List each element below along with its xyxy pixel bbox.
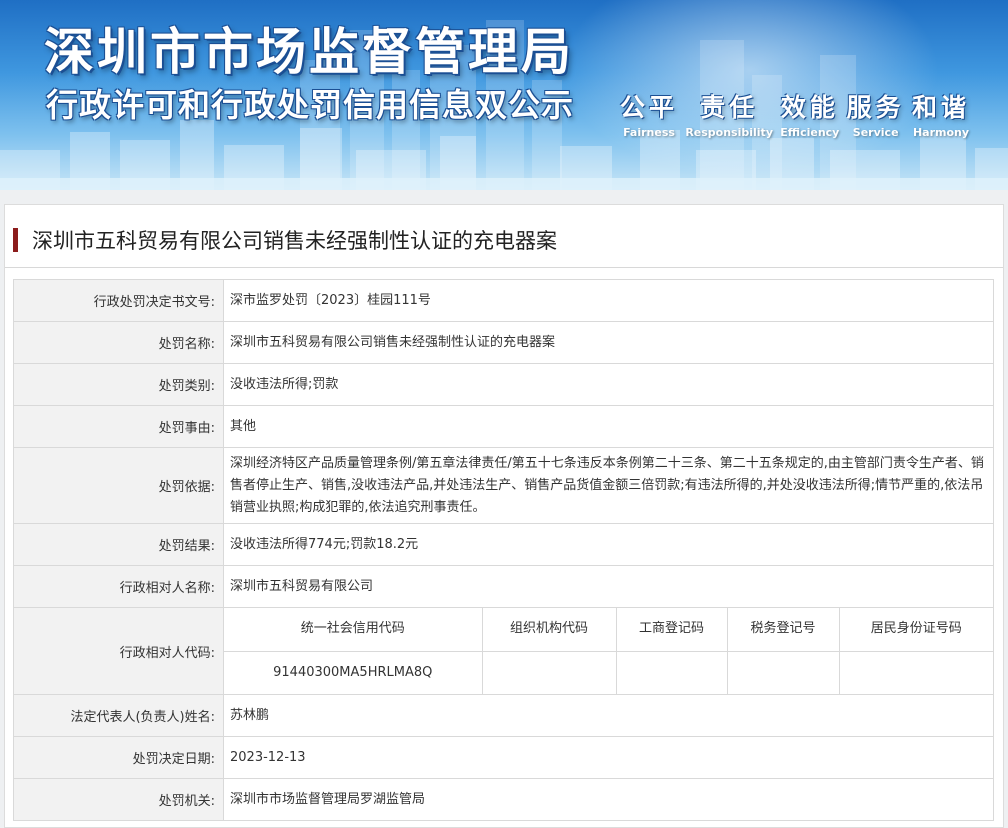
row-authority: 处罚机关: 深圳市市场监督管理局罗湖监管局 xyxy=(13,778,994,821)
title-divider xyxy=(5,267,1003,268)
penalty-reason-value: 其他 xyxy=(223,405,994,448)
legal-rep-label: 法定代表人(负责人)姓名: xyxy=(13,694,224,737)
penalty-type-value: 没收违法所得;罚款 xyxy=(223,363,994,406)
row-decision-no: 行政处罚决定书文号: 深市监罗处罚〔2023〕桂园111号 xyxy=(13,279,994,322)
penalty-type-label: 处罚类别: xyxy=(13,363,224,406)
decision-date-value: 2023-12-13 xyxy=(223,736,994,779)
row-penalty-basis: 处罚依据: 深圳经济特区产品质量管理条例/第五章法律责任/第五十七条违反本条例第… xyxy=(13,447,994,524)
title-accent-bar xyxy=(13,228,18,252)
value-tax-reg-no xyxy=(727,651,840,694)
party-codes-table: 统一社会信用代码 组织机构代码 工商登记码 税务登记号 居民身份证号码 9144… xyxy=(224,608,993,694)
codes-value-row: 91440300MA5HRLMA8Q xyxy=(224,651,993,694)
value-service: 服务 Service xyxy=(846,93,905,139)
case-title: 深圳市五科贸易有限公司销售未经强制性认证的充电器案 xyxy=(13,227,557,253)
row-party-name: 行政相对人名称: 深圳市五科贸易有限公司 xyxy=(13,565,994,608)
row-penalty-result: 处罚结果: 没收违法所得774元;罚款18.2元 xyxy=(13,523,994,566)
codes-header-row: 统一社会信用代码 组织机构代码 工商登记码 税务登记号 居民身份证号码 xyxy=(224,608,993,652)
value-responsibility: 责任 Responsibility xyxy=(685,93,773,139)
value-unified-credit-code: 91440300MA5HRLMA8Q xyxy=(224,651,483,694)
row-decision-date: 处罚决定日期: 2023-12-13 xyxy=(13,736,994,779)
penalty-result-label: 处罚结果: xyxy=(13,523,224,566)
value-harmony: 和谐 Harmony xyxy=(911,93,970,139)
case-title-text: 深圳市五科贸易有限公司销售未经强制性认证的充电器案 xyxy=(32,229,557,253)
banner-values: 公平 Fairness 责任 Responsibility 效能 Efficie… xyxy=(620,88,970,139)
header-tax-reg-no: 税务登记号 xyxy=(727,608,840,652)
header-business-reg-code: 工商登记码 xyxy=(616,608,728,652)
penalty-reason-label: 处罚事由: xyxy=(13,405,224,448)
value-id-card-no xyxy=(839,651,993,694)
penalty-name-value: 深圳市五科贸易有限公司销售未经强制性认证的充电器案 xyxy=(223,321,994,364)
party-name-label: 行政相对人名称: xyxy=(13,565,224,608)
legal-rep-value: 苏林鹏 xyxy=(223,694,994,737)
value-business-reg-code xyxy=(616,651,728,694)
site-banner: 深圳市市场监督管理局 行政许可和行政处罚信用信息双公示 公平 Fairness … xyxy=(0,0,1008,190)
banner-title: 深圳市市场监督管理局 xyxy=(44,23,574,81)
row-party-codes: 行政相对人代码: 统一社会信用代码 组织机构代码 工商登记码 税务登记号 居民身… xyxy=(13,607,994,695)
value-efficiency: 效能 Efficiency xyxy=(780,93,840,139)
case-info-table: 行政处罚决定书文号: 深市监罗处罚〔2023〕桂园111号 处罚名称: 深圳市五… xyxy=(13,279,994,821)
row-penalty-reason: 处罚事由: 其他 xyxy=(13,405,994,448)
header-id-card-no: 居民身份证号码 xyxy=(839,608,993,652)
penalty-basis-value: 深圳经济特区产品质量管理条例/第五章法律责任/第五十七条违反本条例第二十三条、第… xyxy=(223,447,994,524)
decision-no-value: 深市监罗处罚〔2023〕桂园111号 xyxy=(223,279,994,322)
authority-value: 深圳市市场监督管理局罗湖监管局 xyxy=(223,778,994,821)
party-codes-label: 行政相对人代码: xyxy=(13,607,224,695)
penalty-name-label: 处罚名称: xyxy=(13,321,224,364)
authority-label: 处罚机关: xyxy=(13,778,224,821)
party-codes-cell: 统一社会信用代码 组织机构代码 工商登记码 税务登记号 居民身份证号码 9144… xyxy=(223,607,994,695)
party-name-value: 深圳市五科贸易有限公司 xyxy=(223,565,994,608)
banner-subtitle: 行政许可和行政处罚信用信息双公示 xyxy=(46,86,575,124)
decision-date-label: 处罚决定日期: xyxy=(13,736,224,779)
row-penalty-name: 处罚名称: 深圳市五科贸易有限公司销售未经强制性认证的充电器案 xyxy=(13,321,994,364)
row-legal-rep: 法定代表人(负责人)姓名: 苏林鹏 xyxy=(13,694,994,737)
row-penalty-type: 处罚类别: 没收违法所得;罚款 xyxy=(13,363,994,406)
value-org-code xyxy=(482,651,617,694)
penalty-result-value: 没收违法所得774元;罚款18.2元 xyxy=(223,523,994,566)
header-org-code: 组织机构代码 xyxy=(482,608,617,652)
decision-no-label: 行政处罚决定书文号: xyxy=(13,279,224,322)
penalty-basis-label: 处罚依据: xyxy=(13,447,224,524)
case-detail-panel: 深圳市五科贸易有限公司销售未经强制性认证的充电器案 行政处罚决定书文号: 深市监… xyxy=(4,204,1004,828)
value-fairness: 公平 Fairness xyxy=(620,93,679,139)
header-unified-credit-code: 统一社会信用代码 xyxy=(224,608,483,652)
